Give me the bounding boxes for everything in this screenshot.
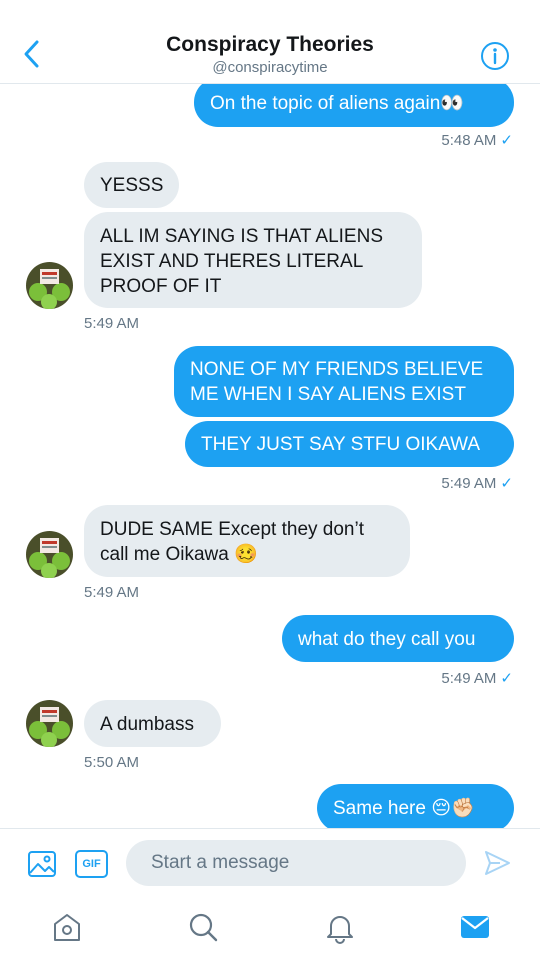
message-text: what do they call you <box>298 629 476 650</box>
message-bubble-incoming[interactable]: YESSS <box>84 162 179 208</box>
conversation: On the topic of aliens again👀 5:48 AM ✓ Y… <box>0 0 540 828</box>
send-icon <box>485 851 510 875</box>
info-icon <box>481 42 509 70</box>
tab-messages[interactable] <box>458 910 492 944</box>
message-bubble-outgoing[interactable]: THEY JUST SAY STFU OIKAWA <box>185 421 514 467</box>
message-text: A dumbass <box>100 714 194 735</box>
message-text: NONE OF MY FRIENDS BELIEVE ME WHEN I SAY… <box>190 359 484 405</box>
messages-envelope-icon <box>461 916 489 938</box>
message-bubble-incoming[interactable]: A dumbass <box>84 700 221 747</box>
message-bubble-incoming[interactable]: ALL IM SAYING IS THAT ALIENS EXIST AND T… <box>84 212 422 308</box>
message-text: ALL IM SAYING IS THAT ALIENS EXIST AND T… <box>100 226 383 297</box>
avatar[interactable] <box>26 262 73 309</box>
message-input[interactable] <box>126 840 466 886</box>
message-text: YESSS <box>100 175 164 196</box>
tab-home[interactable] <box>50 910 84 944</box>
avatar[interactable] <box>26 531 73 578</box>
read-check-icon: ✓ <box>500 132 513 149</box>
bottom-tab-bar <box>0 896 540 960</box>
message-bubble-outgoing[interactable]: On the topic of aliens again👀 <box>194 78 514 127</box>
message-timestamp: 5:49 AM ✓ <box>441 670 513 687</box>
avatar[interactable] <box>26 700 73 747</box>
tab-search[interactable] <box>186 910 220 944</box>
message-timestamp: 5:48 AM ✓ <box>441 132 513 149</box>
gif-button[interactable]: GIF <box>75 850 108 878</box>
message-bubble-outgoing[interactable]: what do they call you <box>282 615 514 662</box>
message-text: On the topic of aliens again👀 <box>210 93 464 114</box>
message-bubble-outgoing[interactable]: Same here 😔✊🏻 <box>317 784 514 828</box>
message-text: THEY JUST SAY STFU OIKAWA <box>201 434 481 455</box>
send-button[interactable] <box>482 848 512 878</box>
notifications-bell-icon <box>327 916 353 944</box>
message-timestamp: 5:49 AM <box>84 584 140 601</box>
image-icon <box>28 851 56 877</box>
add-image-button[interactable] <box>27 849 57 879</box>
tab-notifications[interactable] <box>323 910 357 944</box>
message-bubble-outgoing[interactable]: NONE OF MY FRIENDS BELIEVE ME WHEN I SAY… <box>174 346 514 417</box>
message-timestamp: 5:49 AM ✓ <box>441 475 513 492</box>
conversation-header: Conspiracy Theories @conspiracytime <box>0 0 540 84</box>
home-icon <box>54 914 80 941</box>
message-composer: GIF <box>0 828 540 896</box>
message-text: Same here 😔✊🏻 <box>333 798 475 819</box>
message-timestamp: 5:50 AM <box>84 754 140 771</box>
message-text: DUDE SAME Except they don’t call me Oika… <box>100 519 364 565</box>
message-bubble-incoming[interactable]: DUDE SAME Except they don’t call me Oika… <box>84 505 410 577</box>
conversation-title[interactable]: Conspiracy Theories <box>0 33 540 57</box>
read-check-icon: ✓ <box>500 670 513 687</box>
conversation-handle: @conspiracytime <box>212 59 328 76</box>
message-timestamp: 5:49 AM <box>84 315 140 332</box>
read-check-icon: ✓ <box>500 475 513 492</box>
search-icon <box>189 913 218 942</box>
info-button[interactable] <box>480 41 510 71</box>
